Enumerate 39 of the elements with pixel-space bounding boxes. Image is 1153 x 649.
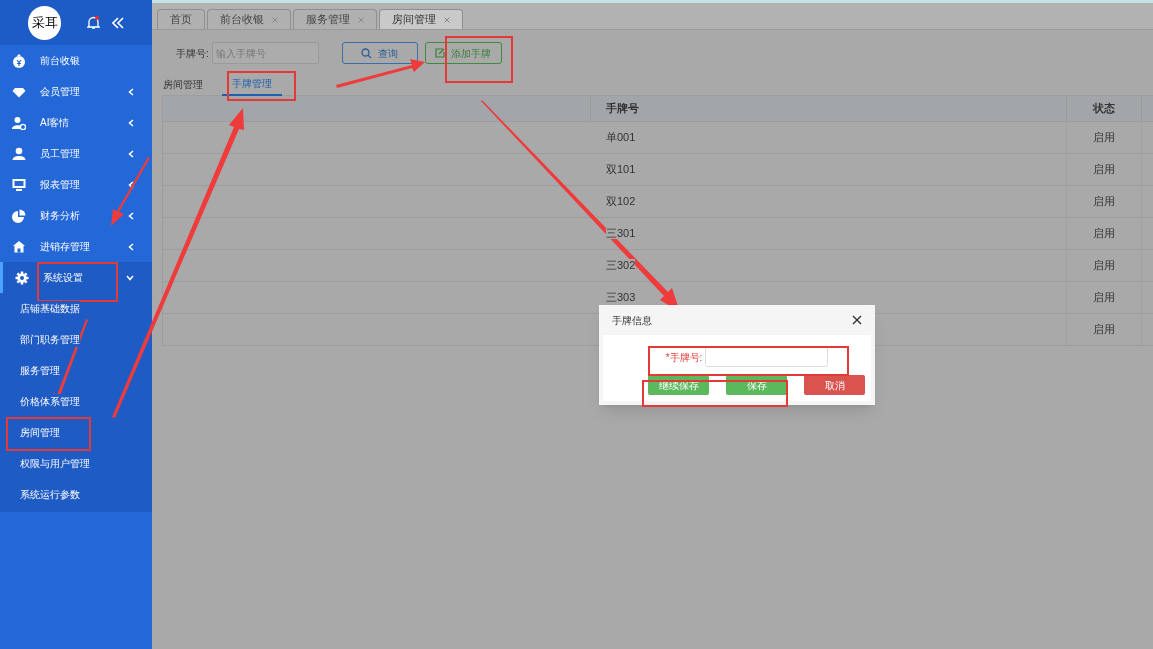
sub-tab[interactable]: 房间管理 [162, 72, 204, 96]
menu-item[interactable]: 系统设置 [0, 262, 152, 293]
table-cell: 启用 [1066, 122, 1141, 153]
submenu-item[interactable]: 权限与用户管理 [20, 456, 90, 471]
table-cell: 三303 [606, 291, 636, 304]
table-cell: 启用 [1066, 218, 1141, 249]
menu-item[interactable]: 员工管理 [0, 138, 152, 169]
table-cell: 双102 [606, 195, 636, 208]
table-cell: 单001 [606, 131, 636, 144]
table-cell: 启用 [1066, 186, 1141, 217]
table-cell: 三302 [606, 259, 636, 272]
menu-item[interactable]: 前台收银 [0, 45, 152, 76]
menu-item[interactable]: 进销存管理 [0, 231, 152, 262]
submenu-item[interactable]: 部门职务管理 [20, 332, 80, 347]
table-cell: 双101 [606, 163, 636, 176]
tab[interactable]: 首页 [157, 9, 205, 29]
logo-avatar: 采耳 [28, 5, 61, 40]
field-label: 手牌号: [176, 46, 209, 61]
table-cell: 启用 [1066, 314, 1141, 345]
table-cell: 启用 [1066, 282, 1141, 313]
menu-item[interactable]: AI客情 [0, 107, 152, 138]
table-cell: 启用 [1066, 250, 1141, 281]
tab[interactable]: 前台收银 [207, 9, 291, 29]
cancel-button[interactable]: 取消 [804, 375, 865, 395]
table-cell: 三301 [606, 227, 636, 240]
submenu-item[interactable]: 系统运行参数 [20, 487, 80, 502]
table-cell: 启用 [1066, 154, 1141, 185]
column-header: 状态 [1066, 96, 1141, 121]
submenu-item[interactable]: 服务管理 [20, 363, 60, 378]
field-label: *手牌号: [665, 350, 703, 365]
menu-item[interactable]: 会员管理 [0, 76, 152, 107]
submenu-item[interactable]: 房间管理 [20, 425, 60, 440]
menu-item[interactable]: 财务分析 [0, 200, 152, 231]
dialog-title: 手牌信息 [612, 313, 652, 328]
column-header: 手牌号 [605, 101, 640, 117]
tab[interactable]: 房间管理 [379, 9, 463, 29]
tab[interactable]: 服务管理 [293, 9, 377, 29]
submenu-item[interactable]: 店铺基础数据 [20, 301, 80, 316]
submenu-item[interactable]: 价格体系管理 [20, 394, 80, 409]
